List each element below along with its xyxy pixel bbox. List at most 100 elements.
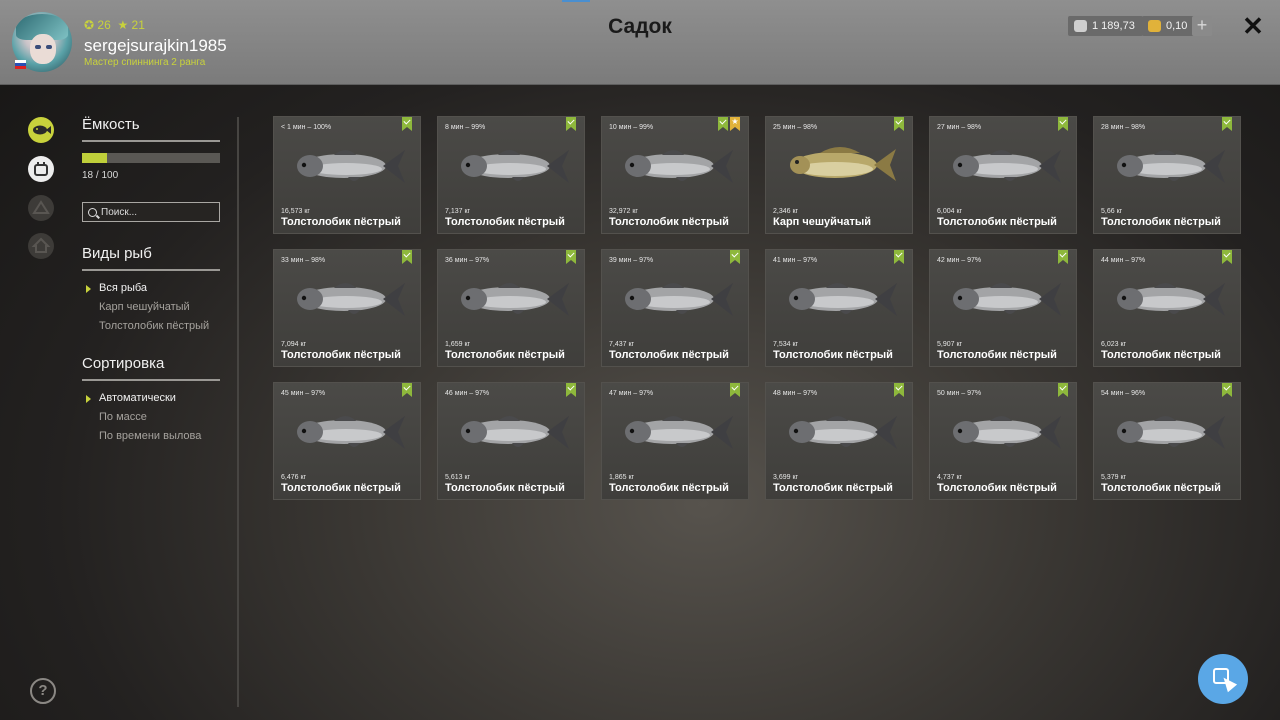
bighead-carp-fish-icon bbox=[297, 150, 405, 183]
fish-name: Толстолобик пёстрый bbox=[773, 482, 893, 494]
fish-card[interactable]: 42 мин – 97% 5,907 кг Толстолобик пёстрый bbox=[929, 249, 1077, 367]
help-button[interactable]: ? bbox=[30, 678, 56, 704]
fish-weight: 2,346 кг bbox=[773, 208, 799, 215]
bighead-carp-fish-icon bbox=[297, 416, 405, 449]
sort-title: Сортировка bbox=[82, 355, 165, 372]
fish-catch-time: 46 мин – 97% bbox=[445, 390, 490, 397]
username: sergejsurajkin1985 bbox=[84, 36, 227, 55]
check-badge-icon bbox=[730, 250, 740, 264]
fish-card[interactable]: 39 мин – 97% 7,437 кг Толстолобик пёстрый bbox=[601, 249, 749, 367]
fish-weight: 1,659 кг bbox=[445, 341, 471, 348]
check-badge-icon bbox=[718, 117, 728, 131]
fish-card[interactable]: 36 мин – 97% 1,659 кг Толстолобик пёстрый bbox=[437, 249, 585, 367]
species-option-all[interactable]: Вся рыба bbox=[86, 282, 147, 294]
species-option-carp[interactable]: Карп чешуйчатый bbox=[99, 301, 190, 313]
close-button[interactable]: ✕ bbox=[1240, 12, 1266, 40]
fish-catch-time: 28 мин – 98% bbox=[1101, 124, 1146, 131]
fish-card[interactable]: 54 мин – 96% 5,379 кг Толстолобик пёстрый bbox=[1093, 382, 1241, 500]
fish-weight: 5,379 кг bbox=[1101, 474, 1127, 481]
bighead-carp-fish-icon bbox=[297, 283, 405, 316]
fish-card[interactable]: 48 мин – 97% 3,699 кг Толстолобик пёстрый bbox=[765, 382, 913, 500]
fish-catch-time: 33 мин – 98% bbox=[281, 257, 326, 264]
fish-name: Толстолобик пёстрый bbox=[609, 349, 729, 361]
fish-card[interactable]: 47 мин – 97% 1,865 кг Толстолобик пёстрый bbox=[601, 382, 749, 500]
silver-value: 1 189,73 bbox=[1092, 20, 1135, 32]
fish-weight: 32,972 кг bbox=[609, 208, 638, 215]
check-badge-icon bbox=[894, 117, 904, 131]
fish-card[interactable]: 27 мин – 98% 6,004 кг Толстолобик пёстрый bbox=[929, 116, 1077, 234]
check-badge-icon bbox=[566, 250, 576, 264]
fish-name: Толстолобик пёстрый bbox=[1101, 216, 1221, 228]
trophy-star-icon: ★ bbox=[730, 117, 740, 131]
silver-balance: 1 189,73 bbox=[1068, 16, 1143, 36]
fish-name: Толстолобик пёстрый bbox=[445, 216, 565, 228]
sort-option-time[interactable]: По времени вылова bbox=[99, 430, 201, 442]
fish-card[interactable]: 25 мин – 98% 2,346 кг Карп чешуйчатый bbox=[765, 116, 913, 234]
fish-weight: 16,573 кг bbox=[281, 208, 310, 215]
sort-option-auto[interactable]: Автоматически bbox=[86, 392, 176, 404]
fish-name: Толстолобик пёстрый bbox=[281, 216, 401, 228]
selected-arrow-icon bbox=[86, 395, 91, 403]
fish-name: Толстолобик пёстрый bbox=[609, 216, 729, 228]
fish-name: Толстолобик пёстрый bbox=[445, 482, 565, 494]
fish-card[interactable]: < 1 мин – 100% 16,573 кг Толстолобик пёстр… bbox=[273, 116, 421, 234]
bighead-carp-fish-icon bbox=[1117, 150, 1225, 183]
fish-card[interactable]: 10 мин – 99% 32,972 кг Толстолобик пёстрый… bbox=[601, 116, 749, 234]
capacity-bar bbox=[82, 153, 220, 163]
fish-weight: 7,094 кг bbox=[281, 341, 307, 348]
fish-card[interactable]: 45 мин – 97% 6,476 кг Толстолобик пёстрый bbox=[273, 382, 421, 500]
bighead-carp-fish-icon bbox=[625, 416, 733, 449]
carp-fish-icon bbox=[790, 147, 896, 181]
basket-icon[interactable] bbox=[28, 156, 54, 182]
fish-weight: 5,613 кг bbox=[445, 474, 471, 481]
check-badge-icon bbox=[1222, 117, 1232, 131]
check-badge-icon bbox=[402, 117, 412, 131]
fish-keepnet-icon[interactable] bbox=[28, 117, 54, 143]
top-indicator bbox=[562, 0, 590, 2]
species-option-bighead[interactable]: Толстолобик пёстрый bbox=[99, 320, 209, 332]
check-badge-icon bbox=[894, 383, 904, 397]
bighead-carp-fish-icon bbox=[953, 416, 1061, 449]
fish-weight: 7,437 кг bbox=[609, 341, 635, 348]
search-input[interactable]: Поиск... bbox=[82, 202, 220, 222]
fish-card[interactable]: 28 мин – 98% 5,66 кг Толстолобик пёстрый bbox=[1093, 116, 1241, 234]
fish-weight: 7,534 кг bbox=[773, 341, 799, 348]
check-badge-icon bbox=[1222, 250, 1232, 264]
fish-name: Толстолобик пёстрый bbox=[1101, 482, 1221, 494]
fish-card[interactable]: 8 мин – 99% 7,137 кг Толстолобик пёстрый bbox=[437, 116, 585, 234]
fish-catch-time: 47 мин – 97% bbox=[609, 390, 654, 397]
fish-catch-time: 48 мин – 97% bbox=[773, 390, 818, 397]
check-badge-icon bbox=[566, 117, 576, 131]
fish-card[interactable]: 33 мин – 98% 7,094 кг Толстолобик пёстрый bbox=[273, 249, 421, 367]
bighead-carp-fish-icon bbox=[461, 416, 569, 449]
fish-weight: 7,137 кг bbox=[445, 208, 471, 215]
check-badge-icon bbox=[566, 383, 576, 397]
fish-name: Толстолобик пёстрый bbox=[937, 216, 1057, 228]
selected-arrow-icon bbox=[86, 285, 91, 293]
fish-catch-time: 8 мин – 99% bbox=[445, 124, 486, 131]
fish-card[interactable]: 41 мин – 97% 7,534 кг Толстолобик пёстрый bbox=[765, 249, 913, 367]
check-badge-icon bbox=[1222, 383, 1232, 397]
fish-weight: 6,023 кг bbox=[1101, 341, 1127, 348]
search-placeholder: Поиск... bbox=[101, 207, 138, 218]
fish-catch-time: 45 мин – 97% bbox=[281, 390, 326, 397]
fish-catch-time: 39 мин – 97% bbox=[609, 257, 654, 264]
add-currency-button[interactable]: + bbox=[1192, 16, 1212, 36]
check-badge-icon bbox=[1058, 250, 1068, 264]
check-badge-icon bbox=[402, 250, 412, 264]
home-icon[interactable] bbox=[28, 233, 54, 259]
sort-option-weight[interactable]: По массе bbox=[99, 411, 147, 423]
fish-card[interactable]: 46 мин – 97% 5,613 кг Толстолобик пёстрый bbox=[437, 382, 585, 500]
fish-card[interactable]: 50 мин – 97% 4,737 кг Толстолобик пёстрый bbox=[929, 382, 1077, 500]
cursor-mode-button[interactable] bbox=[1198, 654, 1248, 704]
fish-card[interactable]: 44 мин – 97% 6,023 кг Толстолобик пёстрый bbox=[1093, 249, 1241, 367]
camp-icon[interactable] bbox=[28, 195, 54, 221]
check-badge-icon bbox=[730, 383, 740, 397]
bighead-carp-fish-icon bbox=[953, 283, 1061, 316]
gold-value: 0,10 bbox=[1166, 20, 1188, 32]
option-label: Автоматически bbox=[99, 392, 176, 404]
fish-name: Толстолобик пёстрый bbox=[445, 349, 565, 361]
fish-weight: 6,004 кг bbox=[937, 208, 963, 215]
bighead-carp-fish-icon bbox=[1117, 416, 1225, 449]
fish-catch-time: 10 мин – 99% bbox=[609, 124, 654, 131]
